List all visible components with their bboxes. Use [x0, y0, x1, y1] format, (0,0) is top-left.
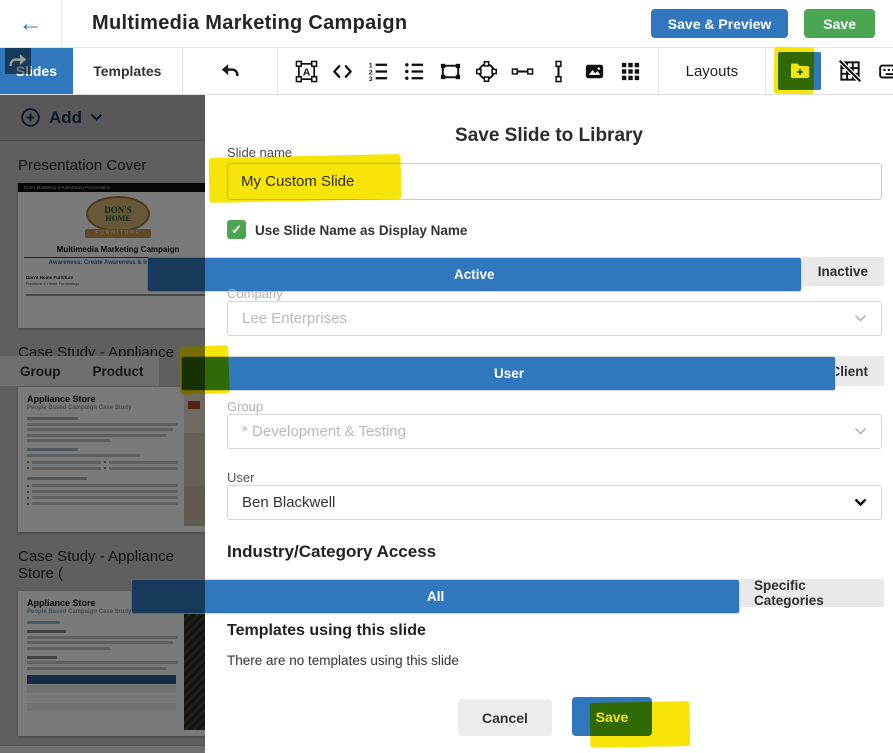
keyboard-icon[interactable]	[878, 58, 893, 84]
svg-text:A: A	[302, 66, 310, 78]
thumb-topbar-text: Don's Marketing & Advertising Presentati…	[18, 183, 205, 192]
categories-toggle: All Specific Categories	[131, 579, 884, 607]
layouts-button[interactable]: Layouts	[659, 48, 764, 94]
header-save-button[interactable]: Save	[804, 9, 875, 38]
bullet-list-icon[interactable]	[401, 58, 427, 84]
status-option-inactive[interactable]: Inactive	[802, 257, 884, 286]
slides-sidebar: Add Presentation Cover Don's Marketing &…	[0, 95, 205, 753]
save-to-library-button[interactable]	[778, 52, 820, 90]
ordered-list-icon[interactable]: 123	[365, 58, 391, 84]
grid-icon[interactable]	[617, 58, 643, 84]
editor-toolbar: Slides Templates A 123	[0, 48, 893, 95]
tab-slides[interactable]: Slides	[0, 48, 73, 94]
back-button[interactable]: ←	[0, 0, 62, 47]
horizontal-line-icon[interactable]	[509, 58, 535, 84]
dons-home-furniture-logo: DON'S HOME FURNITURE	[82, 196, 154, 238]
user-label: User	[227, 470, 254, 485]
display-name-checkbox-label: Use Slide Name as Display Name	[255, 223, 467, 238]
app-header: ← Multimedia Marketing Campaign Save & P…	[0, 0, 893, 48]
tab-templates[interactable]: Templates	[73, 48, 182, 94]
text-box-icon[interactable]: A	[293, 58, 319, 84]
industry-access-heading: Industry/Category Access	[227, 542, 436, 562]
slide-type-toggle: Company Group Product User Client	[0, 356, 884, 386]
templates-empty-text: There are no templates using this slide	[227, 653, 459, 668]
categories-option-specific[interactable]: Specific Categories	[740, 579, 884, 607]
thumb-photo	[184, 393, 205, 526]
add-slide-button[interactable]: Add	[0, 95, 205, 141]
slide-section-label: Case Study - Appliance Store (	[18, 548, 205, 582]
page-title: Multimedia Marketing Campaign	[92, 12, 407, 35]
check-icon: ✓	[231, 222, 242, 238]
thumb-table	[27, 675, 176, 711]
group-select: * Development & Testing	[227, 414, 882, 449]
grid-off-icon[interactable]	[835, 56, 865, 86]
vertical-line-icon[interactable]	[545, 58, 571, 84]
chevron-down-icon	[90, 113, 103, 122]
rectangle-shape-icon[interactable]	[437, 58, 463, 84]
cancel-button[interactable]: Cancel	[458, 699, 552, 736]
templates-heading: Templates using this slide	[227, 622, 426, 640]
slide-status-toggle: Active Inactive	[147, 257, 884, 286]
slide-section-label: Presentation Cover	[18, 157, 205, 174]
thumb-photo	[184, 597, 205, 730]
code-icon[interactable]	[329, 58, 355, 84]
slide-name-label: Slide name	[227, 145, 292, 160]
company-label: Company	[227, 286, 283, 301]
svg-text:3: 3	[369, 76, 373, 83]
save-and-preview-button[interactable]: Save & Preview	[651, 9, 789, 38]
image-icon[interactable]	[581, 58, 607, 84]
slide-thumbnail-cover[interactable]: Don's Marketing & Advertising Presentati…	[18, 183, 205, 328]
slide-name-input[interactable]	[227, 163, 882, 200]
back-arrow-icon: ←	[19, 10, 43, 38]
type-option-group[interactable]: Group	[4, 356, 77, 386]
modal-title: Save Slide to Library	[205, 125, 893, 147]
add-label: Add	[49, 108, 82, 128]
type-option-product[interactable]: Product	[76, 356, 159, 386]
type-option-user[interactable]: User	[181, 356, 836, 391]
categories-option-all[interactable]: All	[131, 579, 740, 614]
folder-plus-icon	[788, 59, 812, 83]
chevron-down-icon	[854, 427, 867, 436]
chevron-down-icon	[854, 314, 867, 323]
group-label: Group	[227, 399, 263, 414]
save-slide-modal: Save Slide to Library Slide name ✓ Use S…	[205, 95, 893, 753]
slide-thumbnail-case-study-1[interactable]: Appliance Store People Based Campaign Ca…	[18, 387, 205, 532]
display-name-checkbox[interactable]: ✓	[227, 220, 246, 239]
company-select: Lee Enterprises	[227, 301, 882, 336]
plus-circle-icon	[20, 107, 41, 128]
modal-save-button[interactable]: Save	[572, 697, 652, 736]
thumb-subtitle: People Based Campaign Case Study	[27, 405, 178, 411]
undo-icon[interactable]	[217, 58, 243, 84]
thumb-title: Appliance Store	[27, 394, 178, 404]
chevron-down-icon	[854, 498, 867, 507]
user-select[interactable]: Ben Blackwell	[227, 485, 882, 520]
ellipse-shape-icon[interactable]	[473, 58, 499, 84]
